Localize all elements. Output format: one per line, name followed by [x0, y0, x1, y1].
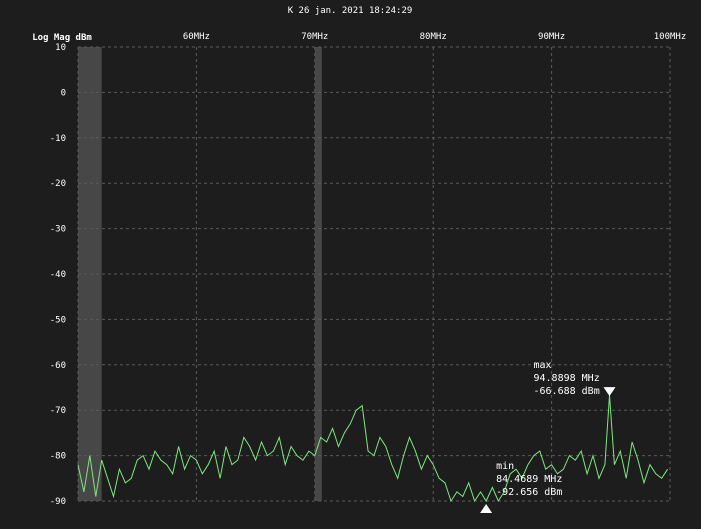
y-tick-labels: 10 0 -10 -20 -30 -40 -50 -60 -70 -80 -90	[50, 43, 66, 507]
marker-triangle-down	[603, 387, 616, 397]
y-tick-label: -90	[50, 497, 66, 507]
y-axis-label: Log Mag dBm	[32, 33, 92, 43]
y-tick-label: 10	[55, 43, 66, 53]
y-tick-label: -70	[50, 406, 66, 416]
markers: max 94.8898 MHz -66.688 dBm min 84.4689 MHz -…	[480, 360, 616, 513]
y-tick-label: 0	[61, 88, 66, 98]
x-tick-label: 60MHz	[183, 32, 210, 42]
y-tick-label: -10	[50, 134, 66, 144]
marker-frequency: 84.4689 MHz	[496, 474, 562, 485]
grid	[77, 46, 671, 502]
y-tick-label: -20	[50, 179, 66, 189]
trace	[77, 395, 669, 503]
x-tick-label: 70MHz	[301, 32, 328, 42]
marker-max: max 94.8898 MHz -66.688 dBm	[533, 360, 616, 397]
marker-name: min	[496, 461, 514, 472]
y-tick-label: -30	[50, 225, 66, 235]
trace-line	[77, 395, 669, 503]
timestamp: K 26 jan. 2021 18:24:29	[288, 6, 413, 16]
marker-frequency: 94.8898 MHz	[533, 373, 599, 384]
x-tick-label: 90MHz	[538, 32, 565, 42]
y-tick-label: -50	[50, 315, 66, 325]
y-tick-label: -60	[50, 361, 66, 371]
spectrum-plot: K 26 jan. 2021 18:24:29 Log Mag dBm 10 0 -…	[32, 6, 686, 513]
x-tick-labels: 60MHz 70MHz 80MHz 90MHz 100MHz	[183, 32, 686, 42]
y-tick-label: -40	[50, 270, 66, 280]
marker-name: max	[533, 360, 551, 371]
y-tick-label: -80	[50, 452, 66, 462]
marker-triangle-up	[480, 504, 493, 513]
marker-level: -92.656 dBm	[496, 487, 562, 498]
x-tick-label: 100MHz	[654, 32, 687, 42]
x-tick-label: 80MHz	[420, 32, 447, 42]
marker-level: -66.688 dBm	[533, 386, 599, 397]
